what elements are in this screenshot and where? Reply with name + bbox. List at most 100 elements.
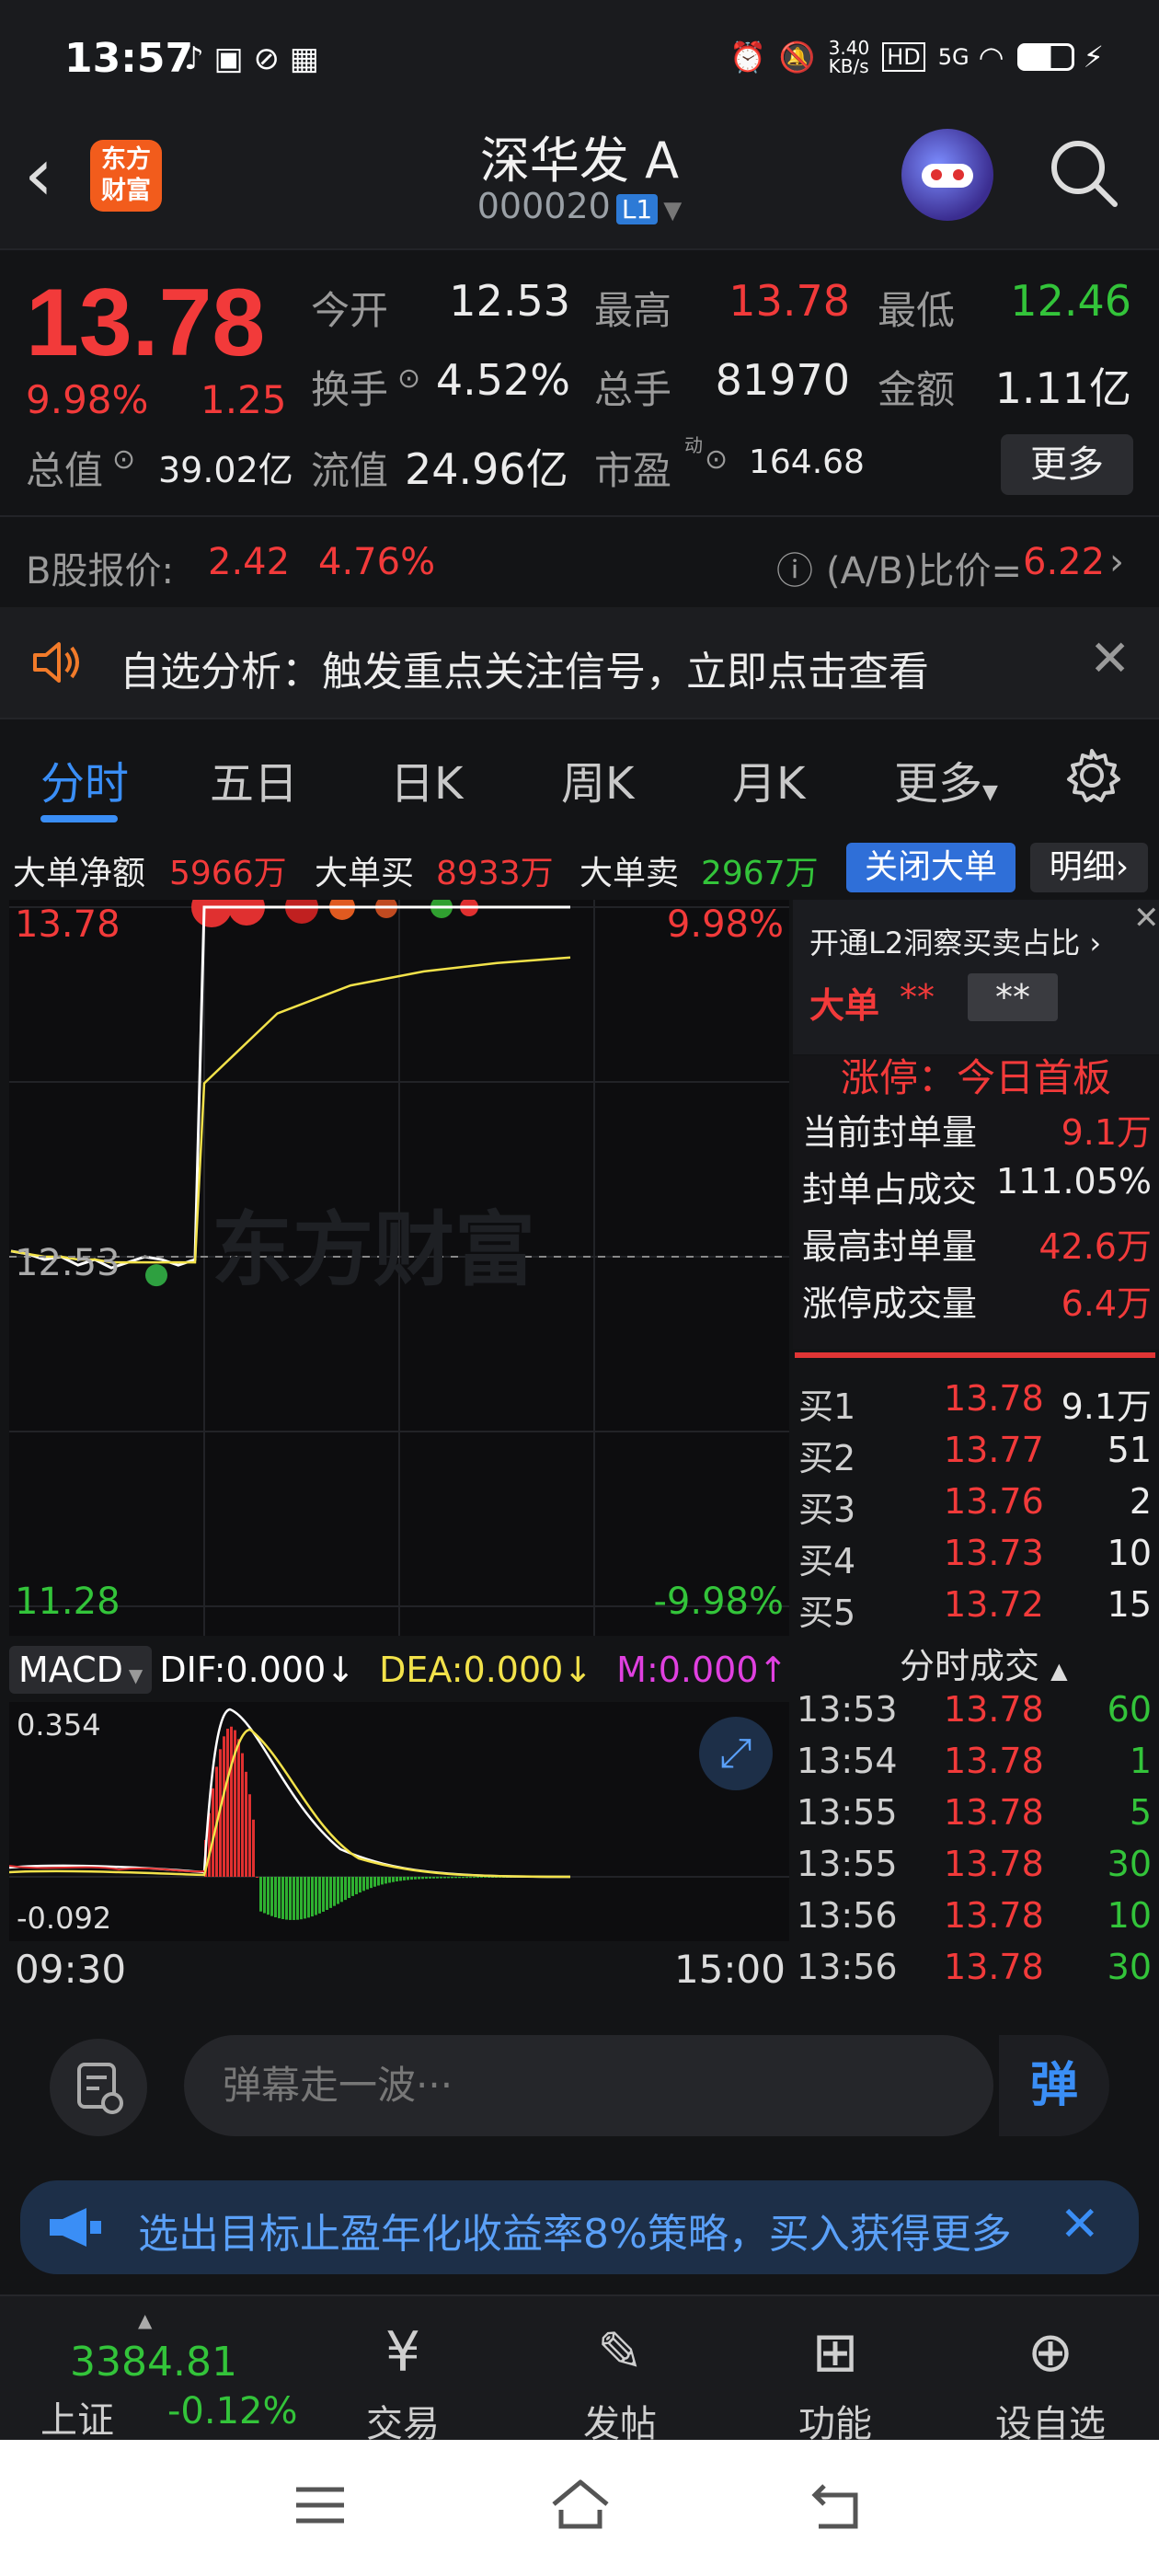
macd-bar [337,1877,339,1904]
bottom-nav: ▲ 3384.81 上证 -0.12% ¥ 交易 ✎ 发帖 ⊞ 功能 ⊕ 设自选 [0,2294,1159,2445]
tick-volume: 5 [1129,1792,1152,1833]
high-label: 最高 [594,288,672,333]
m-text: M:0.000 [616,1650,759,1690]
nav-add-watch[interactable]: ⊕ 设自选 [977,2320,1124,2447]
gear-icon[interactable] [1061,745,1122,806]
info-icon[interactable]: ⊙ [397,362,420,395]
macd-bar [318,1877,321,1914]
bid-row[interactable]: 买5 13.72 15 [793,1584,1159,1636]
macd-selector[interactable]: MACD ▼ [9,1646,153,1694]
nav-trade[interactable]: ¥ 交易 [329,2320,476,2447]
b-share-price: 2.42 [208,541,291,583]
promo-banner[interactable]: 选出目标止盈年化收益率8%策略，买入获得更多 ✕ [20,2180,1139,2274]
limit-row-label: 涨停成交量 [802,1283,978,1324]
assistant-avatar[interactable] [901,129,993,221]
macd-bar [425,1877,428,1880]
bid-row[interactable]: 买2 13.77 51 [793,1430,1159,1481]
bid-row[interactable]: 买3 13.76 2 [793,1481,1159,1533]
danmu-send-button[interactable]: 弹 [999,2035,1109,2136]
tick-time: 13:53 [797,1689,898,1730]
high-value: 13.78 [729,276,850,326]
macd-bar [359,1877,361,1893]
tab-active-indicator [40,815,118,822]
macd-bar [447,1877,450,1879]
limit-row-value: 111.05% [995,1161,1152,1202]
ticks-title[interactable]: 分时成交 ▲ [900,1638,1068,1688]
big-order-sell-value: 2967万 [701,855,819,892]
l2-promo-text[interactable]: 开通L2洞察买卖占比 › [809,920,1101,962]
menu-icon[interactable] [293,2482,348,2528]
index-ticker[interactable]: ▲ 3384.81 上证 -0.12% [37,2309,313,2442]
status-right-icons: ⏰ 🔕 3.40 KB/s HD 5G ◠ ⚡ [729,39,1104,75]
macd-bar [436,1877,439,1879]
pe-label: 市盈 [594,448,672,493]
macd-bar [281,1877,284,1919]
tab-weekly-k[interactable]: 周K [561,747,634,811]
bid-label: 买4 [798,1541,856,1581]
amount-value: 1.11亿 [994,363,1131,413]
notification-bar[interactable]: 自选分析：触发重点关注信号，立即点击查看 ✕ [0,607,1159,718]
tab-five-day[interactable]: 五日 [210,747,298,811]
close-icon[interactable]: ✕ [1089,629,1130,687]
big-order-net-value: 5966万 [169,855,287,892]
chart-tabs: 分时 五日 日K 周K 月K 更多▼ [0,718,1159,832]
help-icon[interactable]: ⓘ [776,541,813,594]
b-share-row[interactable]: B股报价: 2.42 4.76% ⓘ (A/B)比价= 6.22 › [0,515,1159,607]
macd-bar [230,1726,233,1877]
stock-code-row[interactable]: 000020 L1 ▼ [350,186,809,226]
tab-daily-k[interactable]: 日K [390,747,463,811]
charging-icon: ⚡ [1083,40,1104,75]
info-icon[interactable]: ⊙ [705,443,728,476]
limit-row-label: 最高封单量 [802,1226,978,1267]
tick-price: 13.78 [944,1844,1044,1884]
macd-bar [362,1877,365,1892]
bid-row[interactable]: 买1 13.78 9.1万 [793,1378,1159,1430]
limit-row-value: 6.4万 [1061,1283,1152,1324]
macd-bar [384,1877,387,1884]
level-badge: L1 [615,194,659,224]
post-icon: ✎ [596,2320,644,2385]
macd-canvas [9,1702,789,1941]
close-icon[interactable]: ✕ [1060,2197,1100,2252]
home-icon[interactable] [548,2477,613,2532]
danmu-settings-icon[interactable] [50,2039,147,2136]
tab-intraday[interactable]: 分时 [40,747,129,811]
info-icon[interactable]: ⊙ [112,443,135,476]
back-nav-icon[interactable] [809,2480,865,2532]
search-icon[interactable] [1049,138,1119,208]
bid-price: 13.77 [944,1430,1044,1470]
nav-functions[interactable]: ⊞ 功能 [762,2320,909,2447]
nav-post[interactable]: ✎ 发帖 [546,2320,694,2447]
tab-more[interactable]: 更多▼ [894,747,998,811]
limit-title: 涨停：今日首板 [841,1055,1112,1100]
big-order-bar: 大单净额 5966万 大单买 8933万 大单卖 2967万 关闭大单 明细› [0,835,1159,900]
back-icon[interactable]: ‹ [24,138,53,212]
danmu-input[interactable]: 弹幕走一波··· [184,2035,993,2136]
stock-code: 000020 [476,186,611,226]
y-ref-price: 12.53 [15,1242,120,1284]
status-app-icons: ♪ ▣ ⊘ ▦ [184,40,319,77]
bid-price: 13.76 [944,1481,1044,1522]
tick-time: 13:54 [797,1741,898,1781]
ab-ratio-value: 6.22 [1023,541,1106,583]
close-icon[interactable]: ✕ [1133,900,1159,937]
wifi-icon: ◠ [978,40,1004,75]
macd-bar [373,1877,376,1887]
bid-row[interactable]: 买4 13.73 10 [793,1533,1159,1584]
detail-button[interactable]: 明细› [1030,843,1148,892]
big-order-bubble[interactable] [145,1264,167,1287]
expand-icon[interactable]: ⤢ [699,1717,773,1790]
bid-volume: 51 [1107,1430,1152,1470]
tick-price: 13.78 [944,1895,1044,1936]
tick-row: 13:55 13.78 30 [793,1844,1159,1895]
macd-bar [443,1877,446,1879]
more-button[interactable]: 更多 [1001,434,1133,495]
pe-dynamic-mark: 动 [684,434,703,456]
tick-price: 13.78 [944,1792,1044,1833]
bid-volume: 15 [1107,1584,1152,1625]
tab-monthly-k[interactable]: 月K [732,747,805,811]
intraday-chart[interactable]: 东方财富 13.78 9.98% 12.53 11.28 -9.98% [9,887,789,1636]
big-order-net-label: 大单净额 [13,855,146,892]
close-big-order-button[interactable]: 关闭大单 [846,843,1016,892]
dif-text: DIF:0.000 [159,1650,327,1690]
